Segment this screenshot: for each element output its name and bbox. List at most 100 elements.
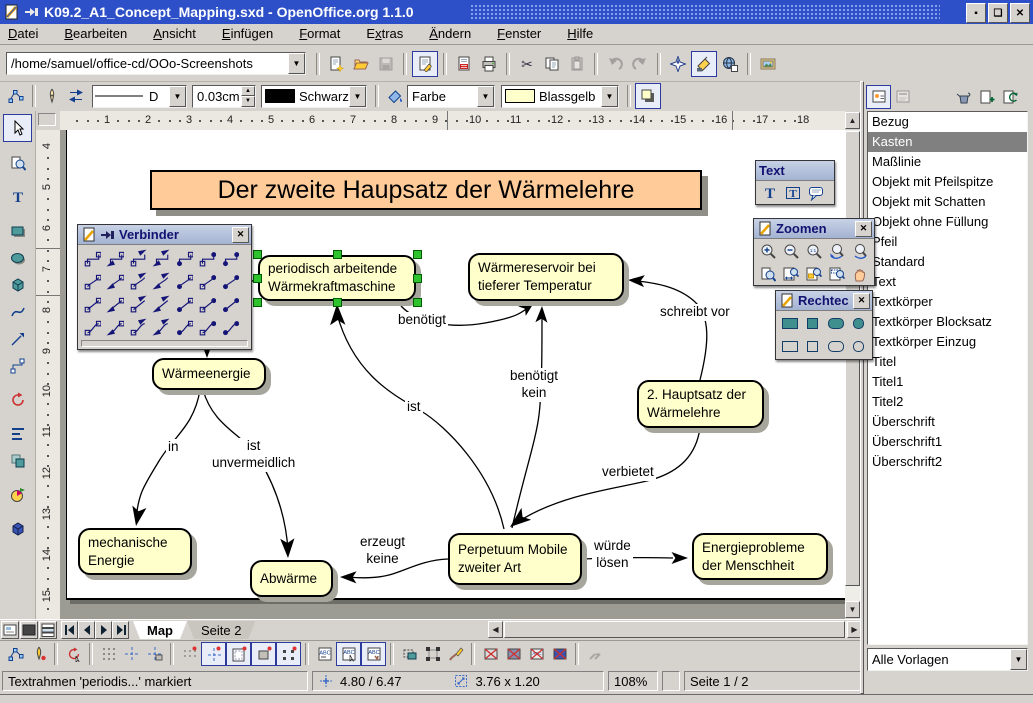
fill-type-combobox[interactable]: Farbe ▼ [407, 85, 495, 108]
style-list-item[interactable]: Maßlinie [868, 152, 1027, 172]
line-width-value[interactable]: 0.03cm [193, 89, 241, 104]
effects-tool-button[interactable] [4, 387, 31, 413]
style-list-item[interactable]: Überschrift [868, 412, 1027, 432]
edge-label-ist-unvermeidlich[interactable]: istunvermeidlich [210, 438, 297, 472]
zoom-page-width-button[interactable] [779, 262, 802, 285]
title-bar[interactable]: K09.2_A1_Concept_Mapping.sxd - OpenOffic… [0, 0, 1033, 24]
zoom-100-button[interactable]: 1:1 [802, 239, 825, 262]
horizontal-scrollbar[interactable] [503, 621, 847, 638]
callout-button[interactable] [804, 181, 827, 204]
connectors-palette-titlebar[interactable]: Verbinder ✕ [78, 225, 251, 245]
edge-label-schreibt-vor[interactable]: schreibt vor [658, 304, 732, 321]
selection-handle[interactable] [333, 250, 342, 259]
close-icon[interactable]: ✕ [853, 293, 870, 309]
connector-line-sq-arrow-button[interactable] [126, 269, 149, 292]
update-style-button[interactable] [998, 86, 1021, 108]
selection-handle[interactable] [333, 298, 342, 307]
edge-label-benoetigt[interactable]: benötigt [396, 312, 448, 329]
line-color-dropdown-button[interactable]: ▼ [349, 86, 366, 107]
maximize-button[interactable]: ❏ [988, 3, 1008, 23]
zoom-previous-button[interactable] [825, 239, 848, 262]
selection-handle[interactable] [413, 250, 422, 259]
selection-handle[interactable] [413, 274, 422, 283]
connector-straight-sq-arrow-button[interactable] [126, 292, 149, 315]
text-palette[interactable]: Text TT [755, 160, 835, 205]
connector-line-sq-dot-button[interactable] [195, 269, 218, 292]
style-list-item[interactable]: Überschrift2 [868, 452, 1027, 472]
connector-tool-button[interactable] [4, 353, 31, 379]
view-drawing-button[interactable] [1, 621, 19, 639]
rect-outline-button[interactable] [778, 335, 801, 358]
menu-extras[interactable]: Extras [366, 25, 415, 43]
connector-curve-sq-dot-button[interactable] [195, 315, 218, 338]
style-list-item[interactable]: Titel1 [868, 372, 1027, 392]
connector-curve-sq-arrow-button[interactable] [126, 315, 149, 338]
connector-straight-dot-sq-button[interactable] [172, 292, 195, 315]
connector-line-arrow-sq-button[interactable] [103, 269, 126, 292]
selection-handle[interactable] [253, 274, 262, 283]
connector-curve-dot-sq-button[interactable] [172, 315, 195, 338]
connector-straight-sq-dot-button[interactable] [195, 292, 218, 315]
snap-frame-button[interactable] [251, 642, 276, 666]
connector-curve-sq-sq-button[interactable] [80, 315, 103, 338]
selection-handle[interactable] [253, 250, 262, 259]
node-mechanische-energie[interactable]: mechanischeEnergie [78, 528, 192, 575]
diagram-title-box[interactable]: Der zweite Haupsatz der Wärmelehre [150, 170, 702, 210]
quick-edit-button[interactable]: ABC [313, 643, 336, 665]
style-list-item[interactable]: Kasten [868, 132, 1027, 152]
selection-handle[interactable] [253, 298, 262, 307]
area-dialog-button[interactable] [383, 84, 407, 108]
vertical-scrollbar[interactable] [845, 130, 860, 601]
menu-bearbeiten[interactable]: Bearbeiten [64, 25, 139, 43]
menu-fenster[interactable]: Fenster [497, 25, 553, 43]
menu-hilfe[interactable]: Hilfe [567, 25, 605, 43]
gallery-button[interactable] [756, 52, 780, 76]
connector-curve-dot-dot-button[interactable] [218, 315, 241, 338]
zoom-status[interactable]: 108% [608, 671, 658, 691]
copy-button[interactable] [540, 52, 564, 76]
connectors-palette[interactable]: Verbinder ✕ [77, 224, 252, 350]
dblclick-edit-button[interactable]: ABC [361, 642, 386, 666]
square-outline-button[interactable] [801, 335, 824, 358]
style-list-item[interactable]: Pfeil [868, 232, 1027, 252]
hairline-mode-button[interactable] [548, 643, 571, 665]
square-filled-button[interactable] [801, 312, 824, 335]
select-tool-button[interactable] [3, 114, 32, 142]
style-list-item[interactable]: Standard [868, 252, 1027, 272]
menu-ansicht[interactable]: Ansicht [153, 25, 208, 43]
text-tool-button[interactable]: T [4, 184, 31, 210]
scroll-down-button[interactable]: ▼ [845, 601, 860, 618]
text-button[interactable]: T [758, 181, 781, 204]
node-perpetuum[interactable]: Perpetuum Mobilezweiter Art [448, 533, 582, 585]
url-combobox[interactable]: /home/samuel/office-cd/OOo-Screenshots ▼ [6, 52, 306, 75]
fill-color-combobox[interactable]: Blassgelb ▼ [501, 85, 619, 108]
zoom-palette-titlebar[interactable]: Zoomen ✕ [754, 219, 874, 239]
node-energieprobleme[interactable]: Energieproblemeder Menschheit [692, 533, 828, 580]
zoom-tool-button[interactable] [4, 150, 31, 176]
next-page-button[interactable] [95, 621, 112, 639]
rounded-square-filled-button[interactable] [847, 312, 870, 335]
stylist-button[interactable] [691, 51, 717, 77]
close-icon[interactable]: ✕ [855, 221, 872, 237]
navigator-button[interactable] [666, 52, 690, 76]
edit-points-toggle-button[interactable] [4, 84, 28, 108]
style-list-item[interactable]: Objekt mit Pfeilspitze [868, 172, 1027, 192]
previous-page-button[interactable] [78, 621, 95, 639]
menu-einfuegen[interactable]: Einfügen [222, 25, 285, 43]
style-list-item[interactable]: Titel [868, 352, 1027, 372]
connector-step-sq-sq-button[interactable] [80, 246, 103, 269]
rounded-rect-filled-button[interactable] [824, 312, 847, 335]
connector-line-dot-sq-button[interactable] [172, 269, 195, 292]
connector-straight-dot-dot-button[interactable] [218, 292, 241, 315]
snap-grid-button[interactable] [178, 643, 201, 665]
edit-file-button[interactable] [412, 51, 438, 77]
cut-button[interactable]: ✂ [515, 52, 539, 76]
url-value[interactable]: /home/samuel/office-cd/OOo-Screenshots [7, 56, 288, 71]
line-dialog-button[interactable] [40, 84, 64, 108]
rectangle-tool-button[interactable] [4, 218, 31, 244]
line-width-spinner[interactable]: ▲▼ [241, 86, 255, 107]
objects3d-tool-button[interactable] [4, 272, 31, 298]
fit-text-button[interactable]: T [781, 181, 804, 204]
style-list-item[interactable]: Bezug [868, 112, 1027, 132]
connector-line-sq-sq-button[interactable] [80, 269, 103, 292]
